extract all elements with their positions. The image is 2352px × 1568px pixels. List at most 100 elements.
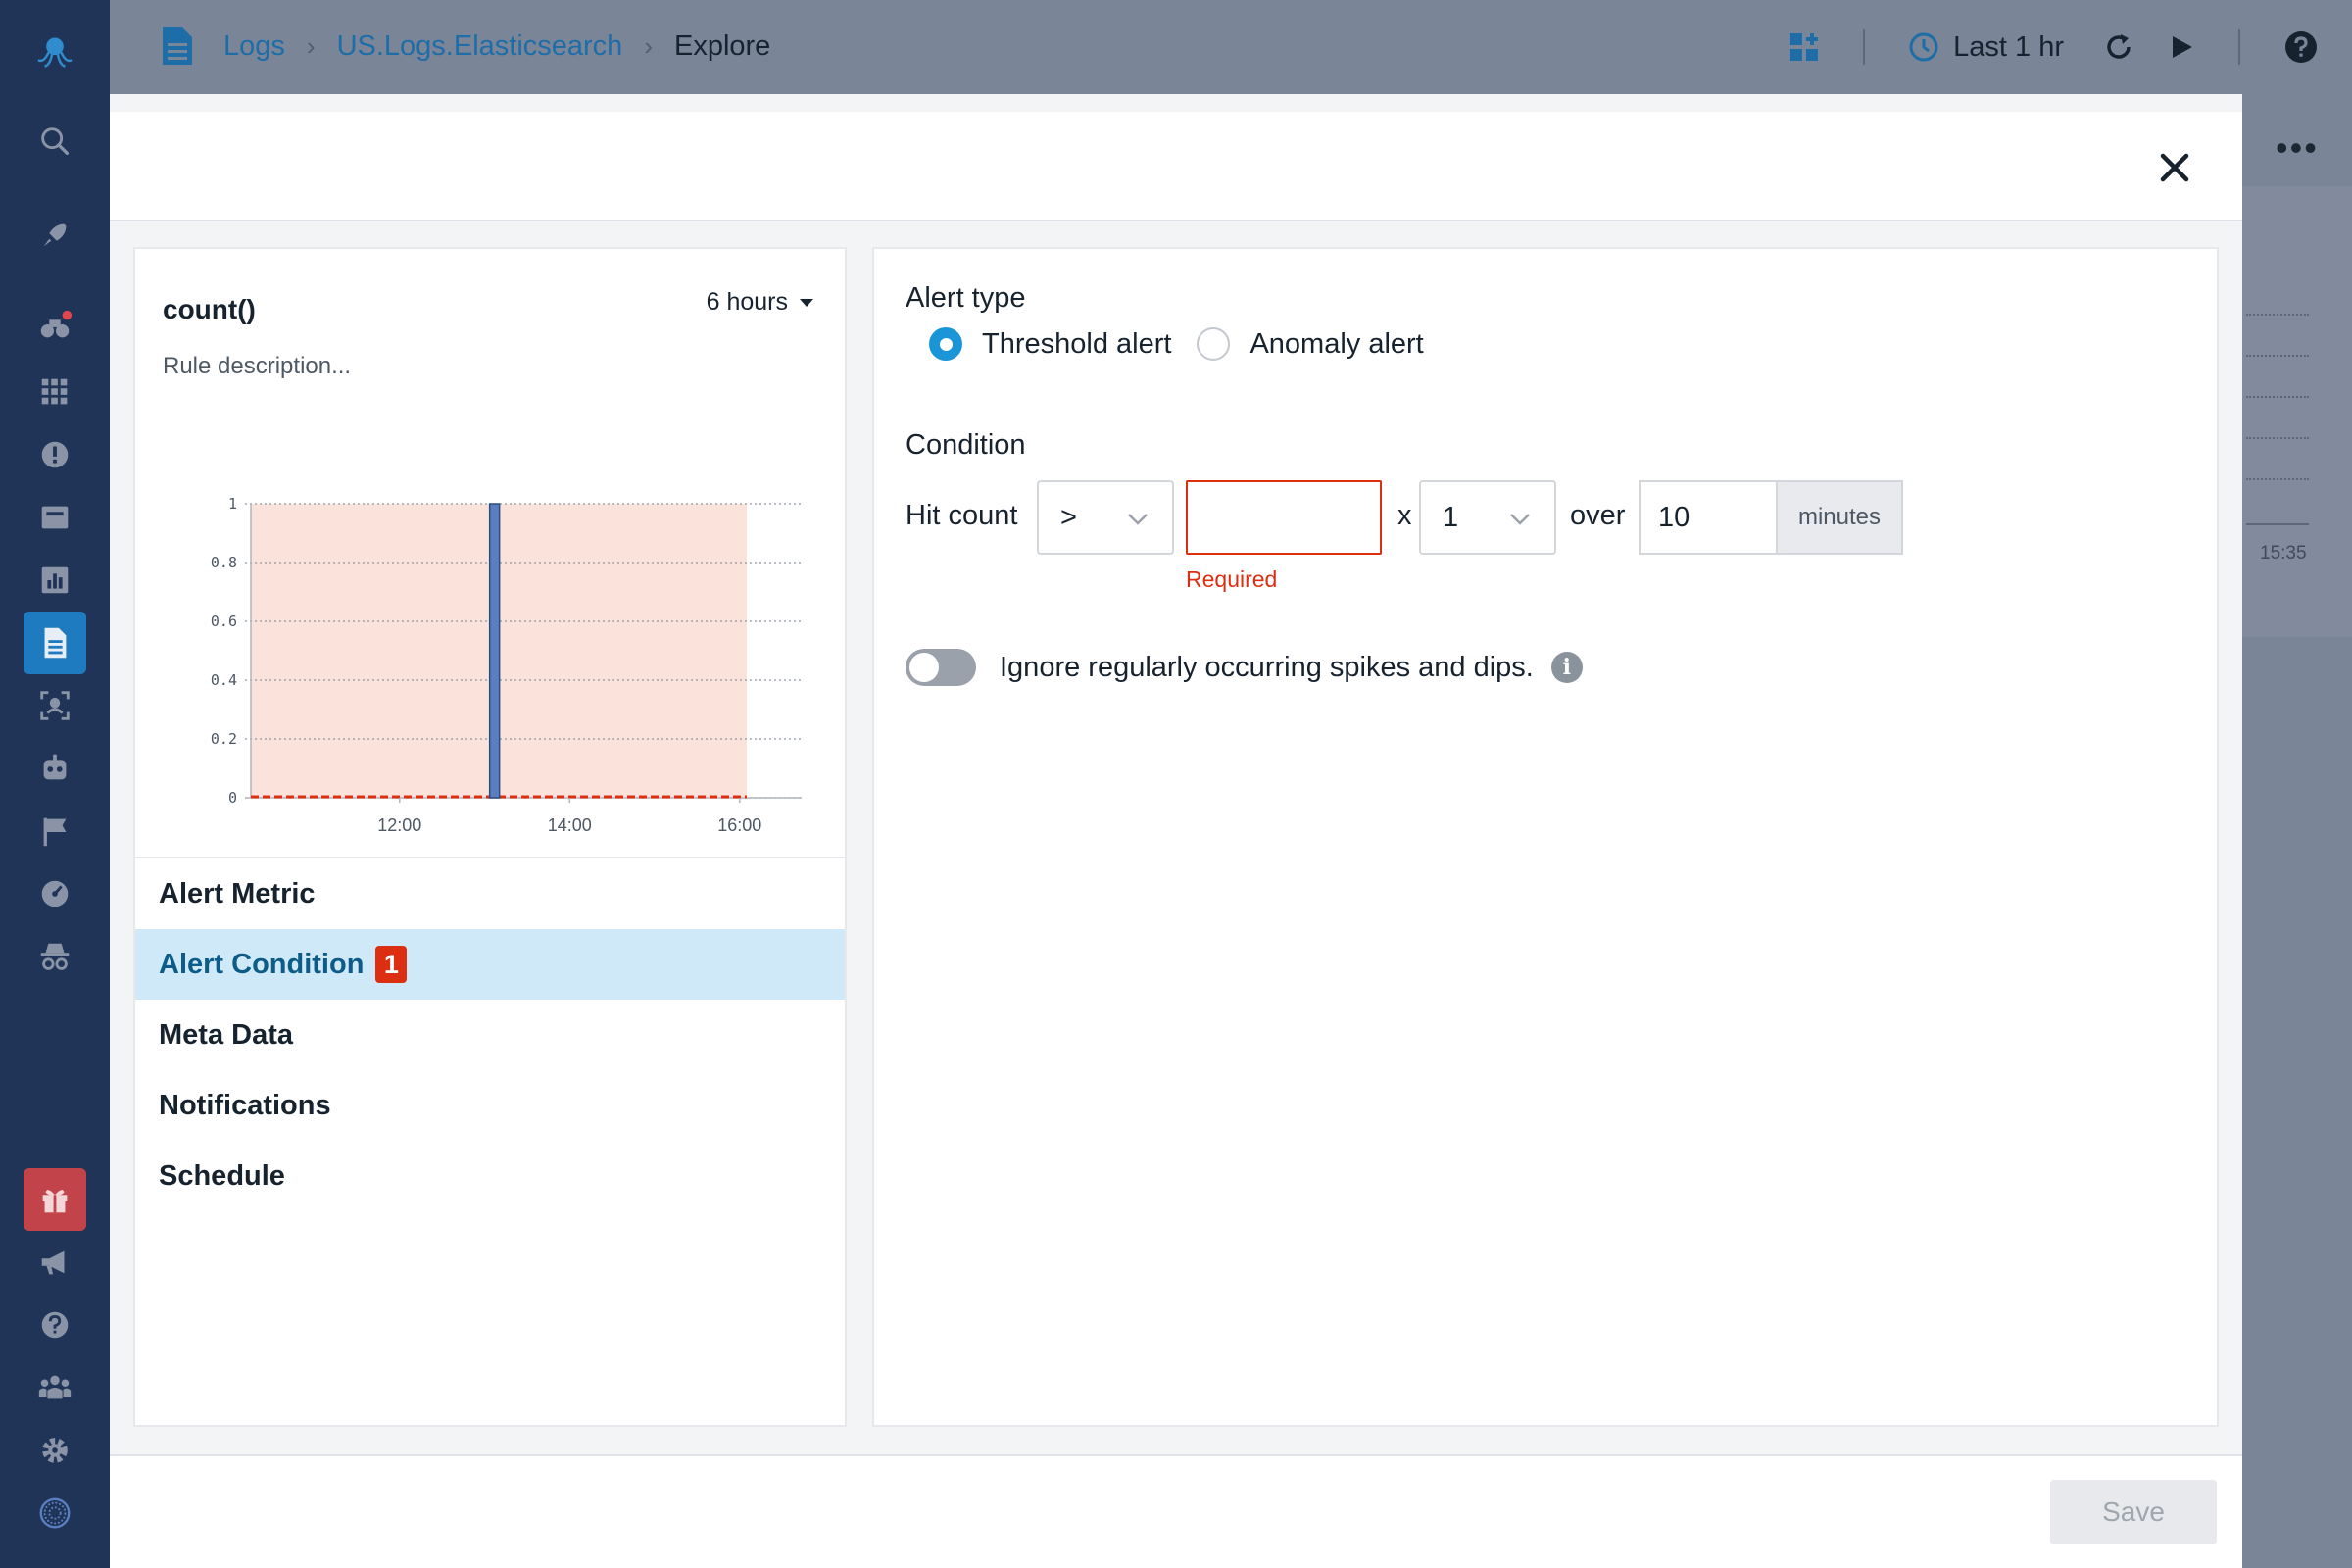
top-bar: Logs › US.Logs.Elasticsearch › Explore L… <box>110 0 2352 94</box>
y-tick-label: 0.2 <box>211 730 237 748</box>
y-tick-label: 0 <box>228 789 237 807</box>
caret-down-icon <box>800 298 813 307</box>
x-tick-label: 12:00 <box>377 815 421 835</box>
background-time-label: 15:35 <box>2260 543 2307 564</box>
multiplier-select[interactable]: 1 <box>1419 480 1556 555</box>
multiplier-value: 1 <box>1443 501 1459 533</box>
operator-value: > <box>1060 501 1077 533</box>
background-gridline <box>2246 396 2309 398</box>
minutes-input[interactable] <box>1639 480 1776 555</box>
scan-icon[interactable] <box>24 674 86 737</box>
settings-gear-icon[interactable] <box>24 1419 86 1482</box>
breadcrumb-link-source[interactable]: US.Logs.Elasticsearch <box>337 30 623 63</box>
breadcrumb-link-logs[interactable]: Logs <box>223 30 285 63</box>
anomaly-alert-label[interactable]: Anomaly alert <box>1250 328 1423 361</box>
org-globe-icon[interactable] <box>24 1482 86 1544</box>
search-icon[interactable] <box>24 110 86 172</box>
help-circle-icon[interactable] <box>24 1294 86 1356</box>
step-alert-condition[interactable]: Alert Condition 1 <box>135 929 845 1000</box>
x-tick-label: 14:00 <box>548 815 592 835</box>
save-button[interactable]: Save <box>2050 1480 2217 1544</box>
alert-condition-form: Alert type Threshold alert Anomaly alert… <box>872 247 2219 1427</box>
minutes-unit-addon: minutes <box>1776 480 1903 555</box>
more-options-icon[interactable]: ••• <box>2276 127 2319 169</box>
dashboard-icon[interactable] <box>24 862 86 925</box>
ignore-spikes-toggle[interactable] <box>906 649 976 686</box>
megaphone-icon[interactable] <box>24 1231 86 1294</box>
divider <box>1863 29 1866 65</box>
step-label: Schedule <box>159 1159 285 1192</box>
ignore-spikes-row: Ignore regularly occurring spikes and di… <box>906 649 1583 686</box>
required-error: Required <box>1186 566 1278 592</box>
step-meta-data[interactable]: Meta Data <box>135 1000 845 1070</box>
condition-label: Condition <box>906 429 1026 461</box>
robot-icon[interactable] <box>24 737 86 800</box>
threshold-alert-radio[interactable] <box>929 327 962 361</box>
top-bar-actions: Last 1 hr <box>1788 0 2352 94</box>
over-label: over <box>1570 500 1626 531</box>
chevron-down-icon <box>1510 514 1530 525</box>
refresh-icon[interactable] <box>2103 31 2134 63</box>
spy-icon[interactable] <box>24 925 86 988</box>
breadcrumb-current: Explore <box>673 29 771 62</box>
apps-grid-icon[interactable] <box>24 361 86 423</box>
add-dashboard-icon[interactable] <box>1788 31 1820 63</box>
multiplier-x-label: x <box>1397 500 1412 531</box>
threshold-alert-label[interactable]: Threshold alert <box>982 328 1171 361</box>
rule-description[interactable]: Rule description... <box>163 353 351 380</box>
time-range-picker[interactable]: Last 1 hr <box>1908 31 2064 64</box>
inbox-icon[interactable] <box>24 486 86 549</box>
background-axis <box>2246 523 2309 525</box>
condition-row: Hit count > Required x 1 over minutes <box>906 480 2180 592</box>
chart-range-label: 6 hours <box>706 288 788 316</box>
alert-rule-modal: count() 6 hours Rule description... 0 0.2… <box>110 112 2242 1568</box>
info-icon[interactable]: i <box>1550 652 1583 683</box>
alert-icon[interactable] <box>24 423 86 486</box>
play-icon[interactable] <box>2168 33 2195 61</box>
rule-summary-panel: count() 6 hours Rule description... 0 0.2… <box>133 247 847 1427</box>
time-range-label: Last 1 hr <box>1953 30 2064 63</box>
gift-icon[interactable] <box>24 1168 86 1231</box>
background-card <box>2242 186 2352 637</box>
divider <box>2238 29 2240 65</box>
rocket-icon[interactable] <box>24 204 86 267</box>
step-label: Alert Metric <box>159 877 316 909</box>
modal-footer: Save <box>110 1454 2242 1568</box>
team-icon[interactable] <box>24 1356 86 1419</box>
document-icon <box>163 27 192 65</box>
help-icon[interactable] <box>2283 29 2319 65</box>
step-label: Notifications <box>159 1089 331 1121</box>
step-label: Alert Condition <box>159 948 365 980</box>
operator-select[interactable]: > <box>1037 480 1174 555</box>
ignore-spikes-label: Ignore regularly occurring spikes and di… <box>1000 651 1534 683</box>
background-gridline <box>2246 437 2309 439</box>
modal-header <box>110 112 2242 221</box>
y-tick-label: 1 <box>228 495 237 513</box>
y-tick-label: 0.8 <box>211 554 237 571</box>
flag-icon[interactable] <box>24 800 86 862</box>
data-bar <box>488 503 501 799</box>
y-tick-label: 0.6 <box>211 612 237 630</box>
chart-range-dropdown[interactable]: 6 hours <box>707 288 813 317</box>
logs-icon[interactable] <box>24 612 86 674</box>
step-label: Meta Data <box>159 1018 293 1051</box>
step-schedule[interactable]: Schedule <box>135 1141 845 1211</box>
y-tick-label: 0.4 <box>211 671 237 689</box>
close-icon[interactable] <box>2158 151 2191 184</box>
step-alert-metric[interactable]: Alert Metric <box>135 858 845 929</box>
nav-rail <box>0 0 110 1568</box>
anomaly-alert-radio[interactable] <box>1197 327 1231 361</box>
binoculars-icon[interactable] <box>24 294 86 357</box>
alert-type-label: Alert type <box>906 282 1026 314</box>
logo-icon[interactable] <box>24 22 86 84</box>
error-count-badge: 1 <box>375 946 408 983</box>
background-gridline <box>2246 314 2309 316</box>
clock-icon <box>1909 32 1938 62</box>
bar-chart-icon[interactable] <box>24 549 86 612</box>
threshold-value-input[interactable] <box>1186 480 1382 555</box>
breadcrumb-separator-icon: › <box>644 30 653 61</box>
breadcrumb: Logs › US.Logs.Elasticsearch › Explore <box>161 25 770 67</box>
metric-title: count() <box>163 294 256 324</box>
step-notifications[interactable]: Notifications <box>135 1070 845 1141</box>
alert-type-options: Threshold alert Anomaly alert <box>929 327 1424 361</box>
